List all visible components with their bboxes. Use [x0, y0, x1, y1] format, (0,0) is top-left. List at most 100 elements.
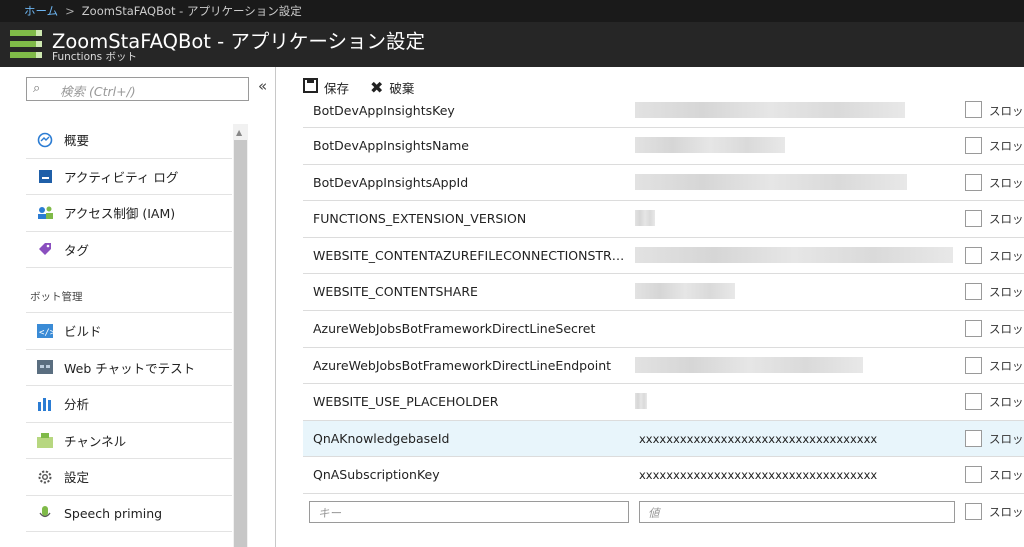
menu-item-tags[interactable]: タグ — [26, 232, 232, 268]
menu-section-bot-management: ボット管理 — [26, 268, 232, 313]
save-icon — [303, 78, 318, 97]
menu-item-label: アクティビティ ログ — [64, 169, 179, 185]
obscured-value — [635, 210, 655, 227]
scrollbar-thumb[interactable] — [234, 140, 247, 547]
obscured-value — [635, 102, 905, 118]
setting-key: WEBSITE_CONTENTAZUREFILECONNECTIONSTR… — [313, 247, 625, 263]
search-icon: ⌕ — [33, 81, 41, 96]
menu-item-label: 設定 — [64, 470, 90, 486]
slot-label: スロット — [989, 104, 1024, 118]
blade-header: ZoomStaFAQBot - アプリケーション設定 Functions ボット — [0, 22, 1024, 67]
slot-setting-checkbox[interactable] — [965, 502, 982, 520]
slot-setting-checkbox[interactable] — [965, 283, 982, 301]
menu-item-label: ビルド — [64, 324, 102, 340]
table-row[interactable]: WEBSITE_CONTENTSHARE スロット — [303, 274, 1024, 311]
table-row-selected[interactable]: QnAKnowledgebaseId xxxxxxxxxxxxxxxxxxxxx… — [303, 420, 1024, 458]
breadcrumb-current: ZoomStaFAQBot - アプリケーション設定 — [81, 4, 302, 18]
discard-button[interactable]: ✖ 破棄 — [370, 78, 414, 97]
menu-item-iam[interactable]: アクセス制御 (IAM) — [26, 195, 232, 232]
page-subtitle: Functions ボット — [52, 51, 137, 63]
menu-item-webchat[interactable]: Web チャットでテスト — [26, 350, 232, 386]
slot-setting-checkbox[interactable] — [965, 173, 982, 191]
setting-key: QnASubscriptionKey — [313, 467, 440, 483]
menu-list: 概要 アクティビティ ログ アクセス制御 (IAM) タグ ボット管理 </> — [26, 122, 232, 532]
scroll-up-icon[interactable]: ▲ — [236, 128, 242, 137]
table-row[interactable]: AzureWebJobsBotFrameworkDirectLineSecret… — [303, 311, 1024, 348]
menu-item-label: アクセス制御 (IAM) — [64, 206, 176, 222]
new-value-input[interactable]: 値 — [639, 500, 955, 523]
slot-setting-checkbox[interactable] — [965, 429, 982, 447]
iam-icon — [36, 205, 54, 221]
build-icon: </> — [36, 323, 54, 339]
menu-item-build[interactable]: </> ビルド — [26, 313, 232, 350]
menu-item-analytics[interactable]: 分析 — [26, 386, 232, 423]
menu-scrollbar[interactable]: ▲ — [233, 124, 248, 547]
menu-item-speech-priming[interactable]: Speech priming — [26, 496, 232, 532]
slot-label: スロット — [989, 248, 1024, 263]
menu-item-label: チャンネル — [64, 433, 127, 449]
obscured-value — [635, 393, 647, 410]
obscured-value — [635, 246, 953, 263]
slot-label: スロット — [989, 139, 1024, 153]
table-row[interactable]: BotDevAppInsightsName スロット — [303, 128, 1024, 165]
discard-label: 破棄 — [389, 81, 415, 96]
breadcrumb: ホーム > ZoomStaFAQBot - アプリケーション設定 — [0, 0, 1024, 22]
collapse-menu-button[interactable]: « — [258, 77, 267, 95]
setting-key: BotDevAppInsightsKey — [313, 103, 455, 118]
menu-item-label: Speech priming — [64, 505, 163, 521]
breadcrumb-separator: > — [65, 4, 75, 18]
new-setting-row: キー 値 スロット — [303, 494, 1024, 531]
setting-key: FUNCTIONS_EXTENSION_VERSION — [313, 211, 527, 227]
svg-text:</>: </> — [39, 328, 53, 338]
save-label: 保存 — [324, 81, 350, 96]
menu-item-label: 分析 — [64, 397, 90, 413]
save-button[interactable]: 保存 — [303, 78, 349, 97]
slot-label: スロット — [989, 468, 1024, 483]
table-row[interactable]: BotDevAppInsightsAppId スロット — [303, 165, 1024, 202]
slot-setting-checkbox[interactable] — [965, 246, 982, 264]
slot-setting-checkbox[interactable] — [965, 319, 982, 337]
function-app-icon — [10, 30, 42, 58]
menu-item-overview[interactable]: 概要 — [26, 122, 232, 159]
activity-log-icon — [36, 168, 54, 184]
setting-key: BotDevAppInsightsName — [313, 138, 469, 153]
slot-setting-checkbox[interactable] — [965, 356, 982, 374]
menu-item-channels[interactable]: チャンネル — [26, 423, 232, 459]
overview-icon — [36, 132, 54, 148]
obscured-value — [635, 173, 907, 190]
table-row[interactable]: WEBSITE_USE_PLACEHOLDER スロット — [303, 384, 1024, 421]
slot-setting-checkbox[interactable] — [965, 101, 982, 118]
new-key-input[interactable]: キー — [309, 500, 629, 523]
gear-icon — [36, 469, 54, 485]
table-row[interactable]: AzureWebJobsBotFrameworkDirectLineEndpoi… — [303, 348, 1024, 385]
slot-setting-checkbox[interactable] — [965, 393, 982, 411]
command-bar: 保存 ✖ 破棄 — [277, 67, 1024, 104]
slot-label: スロット — [989, 175, 1024, 190]
search-input[interactable]: ⌕ 検索 (Ctrl+/) — [26, 77, 249, 101]
setting-key: AzureWebJobsBotFrameworkDirectLineSecret — [313, 320, 596, 336]
slot-label: スロット — [989, 212, 1024, 227]
slot-setting-checkbox[interactable] — [965, 137, 982, 154]
slot-setting-checkbox[interactable] — [965, 466, 982, 484]
slot-label: スロット — [989, 431, 1024, 446]
table-row[interactable]: BotDevAppInsightsKey スロット — [303, 101, 1024, 128]
slot-setting-checkbox[interactable] — [965, 210, 982, 228]
setting-value: xxxxxxxxxxxxxxxxxxxxxxxxxxxxxxxxxxx — [639, 468, 878, 483]
setting-key: BotDevAppInsightsAppId — [313, 174, 469, 190]
setting-key: AzureWebJobsBotFrameworkDirectLineEndpoi… — [313, 357, 612, 373]
menu-item-label: Web チャットでテスト — [64, 360, 196, 376]
obscured-value — [635, 356, 863, 373]
slot-label: スロット — [989, 321, 1024, 336]
menu-item-settings[interactable]: 設定 — [26, 459, 232, 496]
table-row[interactable]: QnASubscriptionKey xxxxxxxxxxxxxxxxxxxxx… — [303, 457, 1024, 494]
setting-value: xxxxxxxxxxxxxxxxxxxxxxxxxxxxxxxxxxx — [639, 431, 878, 446]
slot-label: スロット — [989, 504, 1024, 519]
analytics-icon — [36, 396, 54, 412]
channels-icon — [36, 432, 54, 448]
table-row[interactable]: FUNCTIONS_EXTENSION_VERSION スロット — [303, 201, 1024, 238]
obscured-value — [635, 137, 785, 153]
breadcrumb-home-link[interactable]: ホーム — [24, 4, 58, 18]
resource-menu: ⌕ 検索 (Ctrl+/) « 概要 アクティビティ ログ アクセス制御 (IA… — [0, 67, 276, 547]
menu-item-activity-log[interactable]: アクティビティ ログ — [26, 159, 232, 195]
table-row[interactable]: WEBSITE_CONTENTAZUREFILECONNECTIONSTR… ス… — [303, 238, 1024, 275]
